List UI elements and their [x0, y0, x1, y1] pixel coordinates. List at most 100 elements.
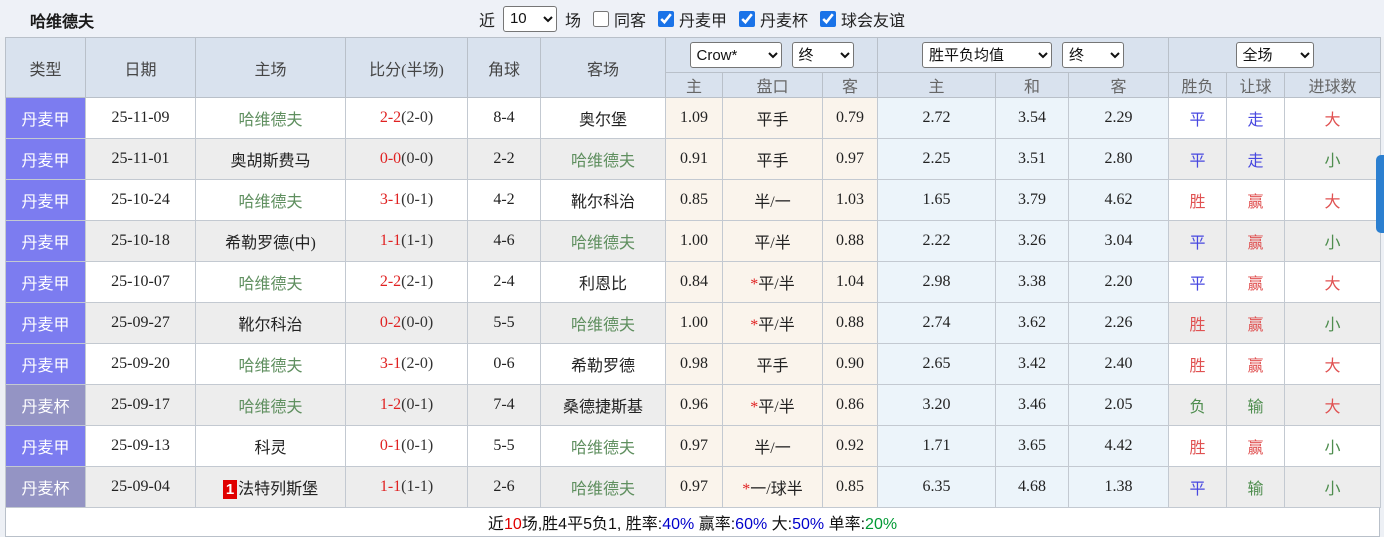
result-handicap: 赢: [1226, 302, 1286, 344]
away-team-cell: 哈维德夫: [540, 425, 666, 467]
result-wdl: 负: [1168, 384, 1228, 426]
summary-segment: 近: [487, 516, 504, 533]
home-team-cell: 哈维德夫: [195, 179, 346, 221]
scope-select[interactable]: 全场: [1235, 42, 1314, 68]
away-team-cell: 靴尔科治: [540, 179, 666, 221]
scrollbar-thumb[interactable]: [1376, 155, 1384, 233]
match-type: 丹麦甲: [5, 97, 86, 139]
eu-draw-odds: 3.62: [995, 302, 1070, 344]
col-header-date: 日期: [85, 37, 196, 98]
eu-home-odds: 2.65: [877, 343, 997, 385]
fulltime-score: 2-2: [379, 273, 402, 290]
table-row: 丹麦甲 25-09-27 靴尔科治 0-2(0-0) 5-5 哈维德夫 1.00…: [5, 302, 1382, 344]
home-team-name: 靴尔科治: [238, 317, 303, 334]
ah-away-odds: 1.03: [821, 179, 879, 221]
eu-time-select[interactable]: 终: [1062, 42, 1125, 68]
home-team-cell: 哈维德夫: [195, 261, 346, 303]
result-wdl: 胜: [1168, 425, 1228, 467]
subcol-ah-home: 主: [665, 72, 723, 98]
ah-away-odds: 0.88: [821, 302, 879, 344]
page-title: 哈维德夫: [30, 14, 95, 31]
result-goals: 小: [1284, 302, 1382, 344]
corners: 5-5: [467, 425, 541, 467]
table-row: 丹麦甲 25-10-07 哈维德夫 2-2(2-1) 2-4 利恩比 0.84 …: [5, 261, 1382, 303]
top-bar: 哈维德夫 近 10 场 同客 丹麦甲 丹麦杯 球会友谊: [0, 0, 1384, 37]
result-handicap: 输: [1226, 466, 1286, 508]
eu-away-odds: 2.80: [1068, 138, 1170, 180]
cup-dk-label: 丹麦杯: [760, 12, 809, 30]
result-goals: 大: [1284, 97, 1382, 139]
fulltime-score: 0-0: [379, 150, 402, 167]
result-goals: 大: [1284, 384, 1382, 426]
handicap-line: *平/半: [722, 302, 823, 344]
handicap-line: 平手: [722, 343, 823, 385]
summary-segment: 胜率:: [625, 516, 663, 533]
halftime-score: (2-0): [401, 355, 434, 372]
fulltime-score: 3-1: [379, 191, 402, 208]
summary-segment: 赢率:: [694, 516, 736, 533]
match-date: 25-09-17: [85, 384, 196, 426]
home-rank-badge: 1: [222, 480, 238, 499]
ah-company-select[interactable]: Crow*: [689, 42, 782, 68]
summary-segment: 40%: [662, 516, 695, 533]
halftime-score: (1-1): [401, 478, 434, 495]
fulltime-score: 0-1: [379, 437, 402, 454]
ah-home-odds: 1.00: [665, 220, 723, 262]
result-handicap: 赢: [1226, 425, 1286, 467]
score-cell: 0-2(0-0): [345, 302, 468, 344]
result-wdl: 平: [1168, 138, 1228, 180]
home-team-name: 哈维德夫: [238, 194, 303, 211]
ah-home-odds: 1.00: [665, 302, 723, 344]
eu-home-odds: 1.65: [877, 179, 997, 221]
match-table-body: 丹麦甲 25-11-09 哈维德夫 2-2(2-0) 8-4 奥尔堡 1.09 …: [5, 97, 1382, 508]
handicap-line: *一/球半: [722, 466, 823, 508]
match-type: 丹麦甲: [5, 220, 86, 262]
halftime-score: (0-0): [401, 150, 434, 167]
match-date: 25-10-07: [85, 261, 196, 303]
match-date: 25-11-09: [85, 97, 196, 139]
halftime-score: (2-1): [401, 273, 434, 290]
score-cell: 1-1(1-1): [345, 466, 468, 508]
handicap-line: 平/半: [722, 220, 823, 262]
result-handicap: 输: [1226, 384, 1286, 426]
subcol-handicap-result: 让球: [1226, 72, 1286, 98]
handicap-line: *平/半: [722, 261, 823, 303]
match-type: 丹麦杯: [5, 384, 86, 426]
home-team-cell: 希勒罗德(中): [195, 220, 346, 262]
result-wdl: 平: [1168, 220, 1228, 262]
home-team-name: 奥胡斯费马: [230, 153, 311, 170]
away-team-name: 哈维德夫: [570, 440, 635, 457]
table-row: 丹麦甲 25-11-01 奥胡斯费马 0-0(0-0) 2-2 哈维德夫 0.9…: [5, 138, 1382, 180]
result-goals: 小: [1284, 466, 1382, 508]
score-cell: 0-1(0-1): [345, 425, 468, 467]
euro-odds-group-header: 胜平负均值 终: [877, 37, 1170, 73]
ah-time-select[interactable]: 终: [791, 42, 854, 68]
match-type: 丹麦甲: [5, 138, 86, 180]
result-wdl: 胜: [1168, 179, 1228, 221]
eu-away-odds: 2.26: [1068, 302, 1170, 344]
fulltime-score: 1-1: [379, 478, 402, 495]
eu-draw-odds: 3.26: [995, 220, 1070, 262]
result-handicap: 赢: [1226, 179, 1286, 221]
cup-dk-checkbox[interactable]: [739, 10, 756, 27]
friendly-checkbox[interactable]: [820, 10, 837, 27]
fulltime-score: 0-2: [379, 314, 402, 331]
match-type: 丹麦杯: [5, 466, 86, 508]
ah-away-odds: 0.97: [821, 138, 879, 180]
match-type: 丹麦甲: [5, 261, 86, 303]
eu-company-select[interactable]: 胜平负均值: [922, 42, 1053, 68]
result-wdl: 平: [1168, 466, 1228, 508]
score-cell: 1-1(1-1): [345, 220, 468, 262]
friendly-label: 球会友谊: [841, 12, 906, 30]
halftime-score: (0-1): [401, 191, 434, 208]
away-team-name: 奥尔堡: [578, 112, 627, 129]
corners: 2-6: [467, 466, 541, 508]
result-wdl: 平: [1168, 261, 1228, 303]
league-dk1-checkbox[interactable]: [658, 10, 674, 27]
match-date: 25-09-04: [85, 466, 196, 508]
recent-count-select[interactable]: 10: [502, 5, 557, 32]
eu-away-odds: 3.04: [1068, 220, 1170, 262]
subcol-eu-draw: 和: [995, 72, 1070, 98]
header-row-top: 类型 日期 主场 比分(半场) 角球 客场 Crow* 终 胜平负均值 终 全场: [5, 37, 1382, 98]
same-away-checkbox[interactable]: [592, 10, 609, 27]
